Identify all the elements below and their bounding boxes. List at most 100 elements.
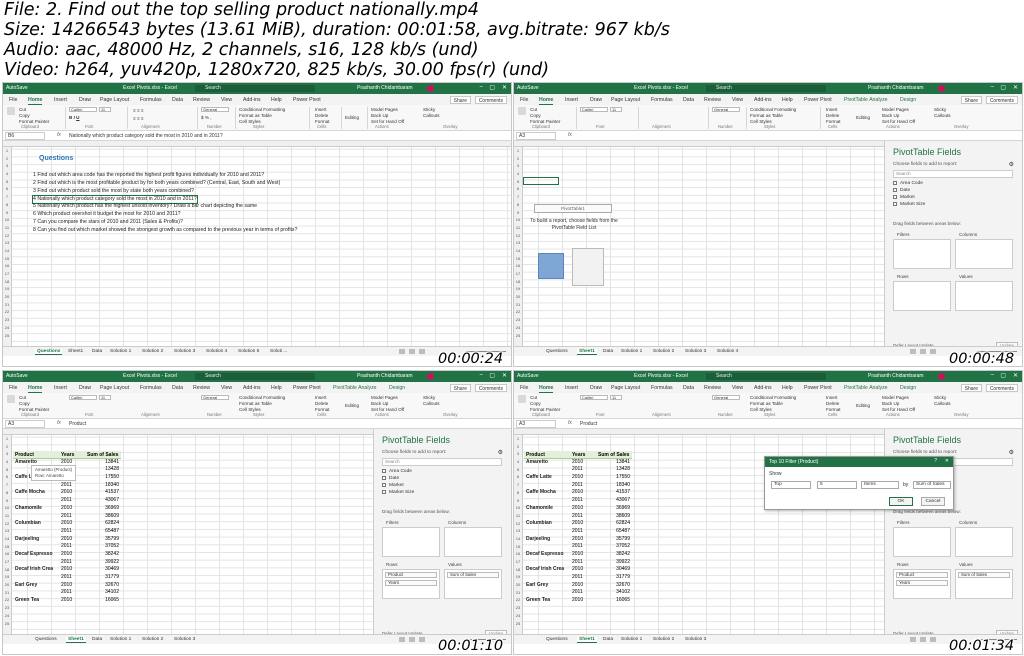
back-up-button[interactable]: Back Up <box>882 113 899 118</box>
year-cell[interactable]: 2010 <box>572 582 583 590</box>
rows-chip-product[interactable]: Product <box>896 572 948 578</box>
sales-cell[interactable]: 38609 <box>105 513 119 521</box>
values-area[interactable]: Values <box>955 274 1013 311</box>
tab-page-layout[interactable]: Page Layout <box>611 97 640 103</box>
year-cell[interactable]: 2010 <box>572 520 583 528</box>
font-size-select[interactable]: 11 <box>610 107 622 112</box>
search-box[interactable]: Search <box>195 373 315 380</box>
tab-add-ins[interactable]: Add-ins <box>754 385 772 391</box>
align-icons[interactable]: ≡ ≡ ≡ <box>133 108 144 113</box>
insert-button[interactable]: Insert <box>826 395 838 400</box>
tab-pivottable-analyze[interactable]: PivotTable Analyze <box>844 97 888 103</box>
sales-cell[interactable]: 31779 <box>105 574 119 582</box>
comments-button[interactable]: Comments <box>985 384 1018 392</box>
font-size-select[interactable]: 11 <box>99 395 111 400</box>
filters-area[interactable]: Filters <box>382 520 440 557</box>
table-row[interactable]: 2011 43067 <box>524 497 632 505</box>
autosave-label[interactable]: AutoSave <box>517 85 539 91</box>
question-3[interactable]: 3 Find out which product sold the most b… <box>33 188 194 195</box>
share-button[interactable]: Share <box>960 384 982 392</box>
tab-formulas[interactable]: Formulas <box>651 385 673 391</box>
gear-icon[interactable]: ⚙ <box>498 449 503 456</box>
restore-icon[interactable]: ▢ <box>489 84 495 91</box>
year-cell[interactable]: 2011 <box>572 589 583 597</box>
rows-chip-years[interactable]: Years <box>385 580 437 586</box>
top-bottom-select[interactable]: Top <box>771 481 811 489</box>
checkbox-icon[interactable] <box>382 483 386 487</box>
tab-power-pivot[interactable]: Power Pivot <box>804 97 832 103</box>
year-cell[interactable]: 2011 <box>572 466 583 474</box>
product-cell[interactable]: Decaf Espresso <box>526 551 564 559</box>
sheet-tab-more[interactable]: Soluti ... <box>270 349 287 354</box>
year-cell[interactable]: 2010 <box>572 505 583 513</box>
tab-review[interactable]: Review <box>193 97 210 103</box>
tab-data[interactable]: Data <box>172 385 183 391</box>
sheet-tab-solution1[interactable]: Solution 1 <box>621 349 642 354</box>
sales-cell[interactable]: 34102 <box>105 589 119 597</box>
table-row[interactable]: 2011 39922 <box>524 559 632 567</box>
normal-view-icon[interactable] <box>399 637 405 642</box>
table-row[interactable]: Earl Grey 2010 32670 <box>13 582 121 590</box>
checkbox-icon[interactable] <box>382 490 386 494</box>
bold-button[interactable]: B I U <box>69 115 79 120</box>
table-row[interactable]: 2011 34102 <box>524 589 632 597</box>
sheet-tab-questions[interactable]: Questions <box>546 349 568 354</box>
editing-button[interactable]: Editing <box>856 115 870 120</box>
sales-cell[interactable]: 34102 <box>616 589 630 597</box>
tab-draw[interactable]: Draw <box>79 385 91 391</box>
page-layout-view-icon[interactable] <box>409 349 415 354</box>
tab-view[interactable]: View <box>732 97 743 103</box>
sheet-tab-questions[interactable]: Questions <box>35 349 63 355</box>
question-4[interactable]: 4 Nationally which product category sold… <box>32 195 198 204</box>
year-cell[interactable]: 2010 <box>61 536 72 544</box>
year-cell[interactable]: 2011 <box>61 589 72 597</box>
model-pages-button[interactable]: Model Pages <box>882 107 909 112</box>
name-box[interactable]: A3 <box>5 420 45 428</box>
tab-design[interactable]: Design <box>389 385 405 391</box>
page-layout-view-icon[interactable] <box>920 349 926 354</box>
product-cell[interactable]: Decaf Irish Crea <box>15 566 53 574</box>
product-cell[interactable]: Green Tea <box>526 597 550 605</box>
minimize-icon[interactable]: – <box>480 84 483 90</box>
table-row[interactable]: Columbian 2010 62824 <box>13 520 121 528</box>
table-row[interactable]: Columbian 2010 62824 <box>524 520 632 528</box>
year-cell[interactable]: 2010 <box>572 474 583 482</box>
sales-cell[interactable]: 17550 <box>105 474 119 482</box>
minimize-icon[interactable]: – <box>480 372 483 378</box>
tab-review[interactable]: Review <box>704 97 721 103</box>
editing-button[interactable]: Editing <box>345 403 359 408</box>
year-cell[interactable]: 2010 <box>572 459 583 467</box>
pivot-header-years[interactable]: Years <box>572 452 585 458</box>
formula-input[interactable]: Nationally which product category sold t… <box>69 133 223 139</box>
tab-help[interactable]: Help <box>271 97 282 103</box>
rows-area[interactable]: Rows <box>893 274 951 311</box>
sheet-tab-questions[interactable]: Questions <box>546 637 568 642</box>
cancel-button[interactable]: Cancel <box>921 497 945 506</box>
product-cell[interactable]: Caffe Mocha <box>526 489 556 497</box>
sales-cell[interactable]: 37052 <box>616 543 630 551</box>
table-row[interactable]: Caffe Mocha 2010 41537 <box>13 489 121 497</box>
tab-page-layout[interactable]: Page Layout <box>611 385 640 391</box>
table-row[interactable]: 2011 18340 <box>524 482 632 490</box>
year-cell[interactable]: 2011 <box>572 559 583 567</box>
year-cell[interactable]: 2010 <box>61 505 72 513</box>
fx-icon[interactable]: fx <box>568 420 572 426</box>
search-box[interactable]: Search <box>706 373 826 380</box>
page-break-view-icon[interactable] <box>419 637 425 642</box>
tab-formulas[interactable]: Formulas <box>140 97 162 103</box>
restore-icon[interactable]: ▢ <box>489 372 495 379</box>
tab-page-layout[interactable]: Page Layout <box>100 385 129 391</box>
values-chip-sum-of-sales[interactable]: Sum of Sales <box>447 572 499 578</box>
avatar[interactable] <box>938 373 945 380</box>
checkbox-icon[interactable] <box>382 469 386 473</box>
sheet-tab-solution2[interactable]: Solution 2 <box>142 637 163 642</box>
selected-cell[interactable] <box>523 177 559 185</box>
fields-search-input[interactable]: Search <box>382 458 502 466</box>
paste-icon[interactable] <box>518 107 526 115</box>
editing-button[interactable]: Editing <box>345 115 359 120</box>
sales-cell[interactable]: 41537 <box>105 489 119 497</box>
sales-cell[interactable]: 36969 <box>616 505 630 513</box>
tab-help[interactable]: Help <box>782 385 793 391</box>
normal-view-icon[interactable] <box>910 349 916 354</box>
pivot-header-product[interactable]: Product <box>15 452 34 458</box>
